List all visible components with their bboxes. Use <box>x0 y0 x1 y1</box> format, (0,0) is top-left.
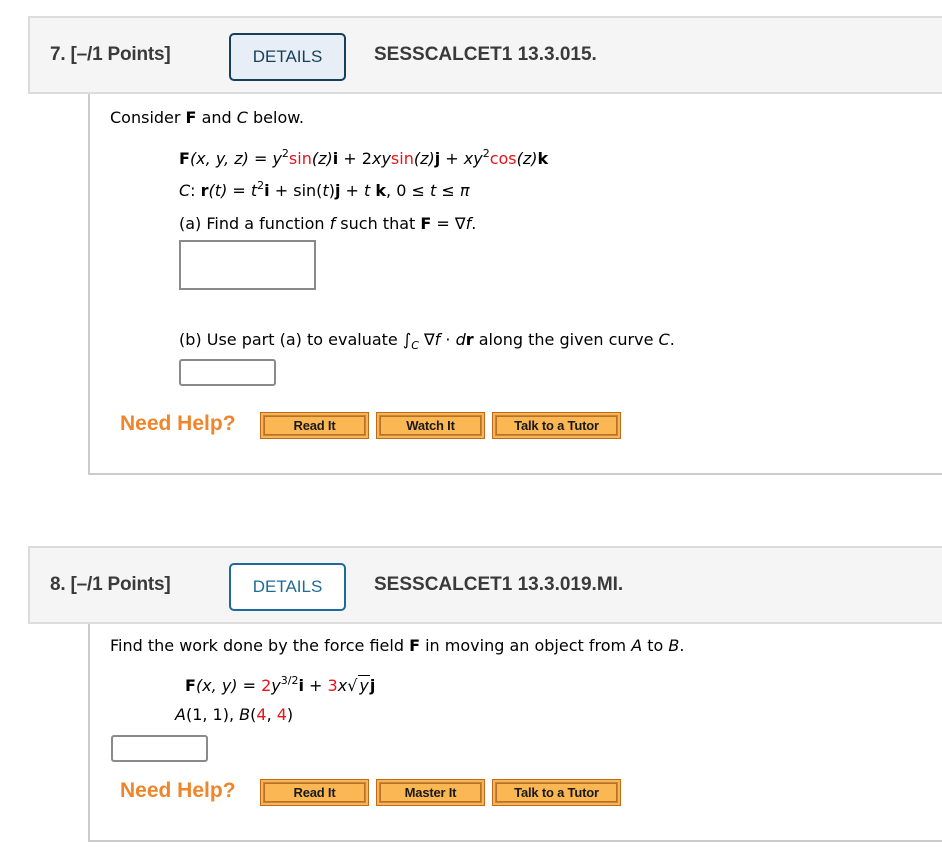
question-8-header: 8. [–/1 Points] DETAILS SESSCALCET1 13.3… <box>28 546 942 624</box>
part-a-prompt: (a) Find a function f such that F = ∇f. <box>179 214 477 233</box>
question-intro: Consider F and C below. <box>110 108 304 127</box>
question-7-body: Consider F and C below. F(x, y, z) = y2s… <box>88 94 942 475</box>
need-help-label: Need Help? <box>120 412 236 435</box>
watch-it-button[interactable]: Watch It <box>376 412 485 439</box>
need-help-label: Need Help? <box>120 779 236 802</box>
question-intro: Find the work done by the force field F … <box>110 636 685 655</box>
curve-equation: C: r(t) = t2i + sin(t)j + t k, 0 ≤ t ≤ π <box>179 178 470 200</box>
talk-to-tutor-button[interactable]: Talk to a Tutor <box>492 779 621 806</box>
master-it-button[interactable]: Master It <box>376 779 485 806</box>
details-button[interactable]: DETAILS <box>229 563 346 611</box>
question-8-body: Find the work done by the force field F … <box>88 624 942 842</box>
part-a-answer-input[interactable] <box>179 240 316 290</box>
question-7-header: 7. [–/1 Points] DETAILS SESSCALCET1 13.3… <box>28 16 942 94</box>
square-root: √ y <box>347 675 370 695</box>
vector-field-equation: F(x, y, z) = y2sin(z)i + 2xysin(z)j + xy… <box>179 146 549 168</box>
question-code: SESSCALCET1 13.3.015. <box>374 44 597 65</box>
details-button[interactable]: DETAILS <box>229 33 346 81</box>
force-field-equation: F(x, y) = 2y3/2i + 3x√ yj <box>185 673 376 695</box>
talk-to-tutor-button[interactable]: Talk to a Tutor <box>492 412 621 439</box>
question-number: 8. [–/1 Points] <box>50 574 171 595</box>
question-code: SESSCALCET1 13.3.019.MI. <box>374 574 624 595</box>
part-b-answer-input[interactable] <box>179 359 276 386</box>
part-b-prompt: (b) Use part (a) to evaluate ∫C ∇f · dr … <box>179 330 675 353</box>
read-it-button[interactable]: Read It <box>260 412 369 439</box>
work-answer-input[interactable] <box>111 735 208 762</box>
read-it-button[interactable]: Read It <box>260 779 369 806</box>
question-number: 7. [–/1 Points] <box>50 44 171 65</box>
points-line: A(1, 1), B(4, 4) <box>175 705 294 724</box>
